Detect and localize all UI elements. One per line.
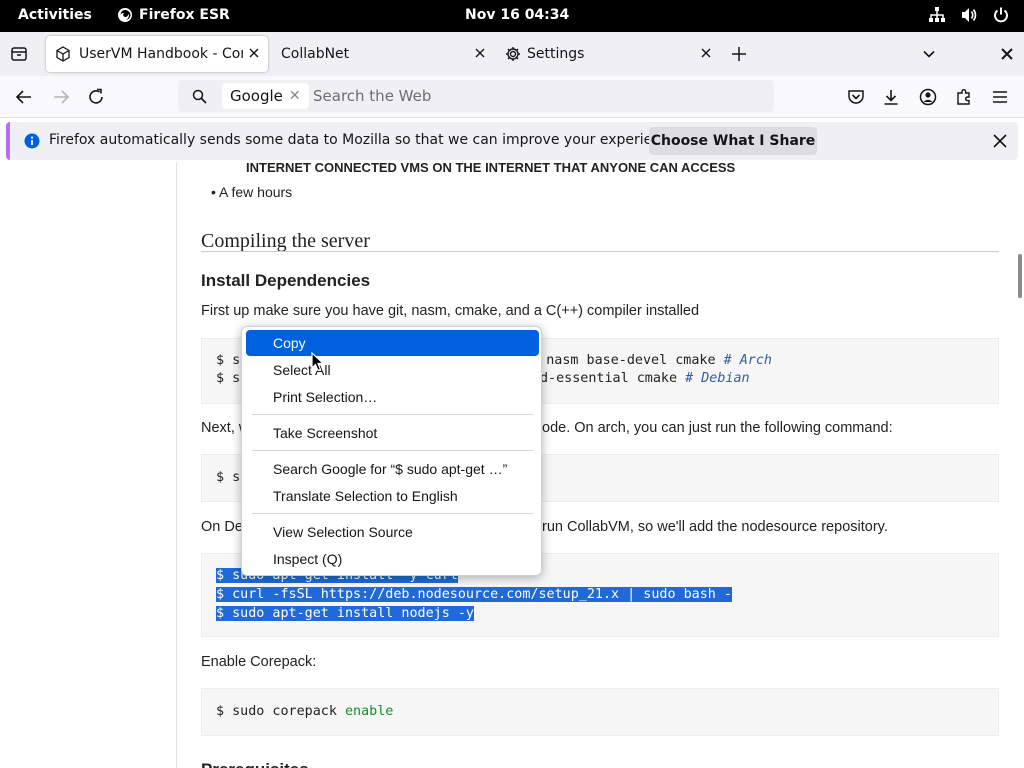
paragraph: On De xyxy=(201,519,243,535)
code-text: $ sudo corepack xyxy=(216,704,345,719)
menu-separator xyxy=(252,414,533,415)
tab-title: Settings xyxy=(527,46,585,62)
tab-title: UserVM Handbook - Com xyxy=(79,46,243,62)
close-tab-icon[interactable] xyxy=(248,47,260,59)
pocket-icon[interactable] xyxy=(847,88,865,106)
paragraph-end: run CollabVM, so we'll add the nodesourc… xyxy=(542,519,888,535)
menu-separator xyxy=(252,513,533,514)
choose-what-i-share-button[interactable]: Choose What I Share xyxy=(649,127,817,155)
paragraph: First up make sure you have git, nasm, c… xyxy=(201,303,700,319)
code-line: $ sudo corepack enable xyxy=(216,704,393,719)
menu-item-copy[interactable]: Copy xyxy=(246,330,539,356)
network-icon[interactable] xyxy=(928,6,946,24)
power-icon[interactable] xyxy=(992,6,1010,24)
section-heading: Compiling the server xyxy=(201,230,370,252)
firefox-view-icon[interactable] xyxy=(10,45,28,63)
code-comment: # Debian xyxy=(685,371,750,386)
code-text: d-essential cmake xyxy=(540,371,686,386)
menu-item-search-google[interactable]: Search Google for “$ sudo apt-get …” xyxy=(246,456,539,482)
sidebar-divider xyxy=(176,162,177,768)
menu-item-select-all[interactable]: Select All xyxy=(246,357,539,383)
remove-engine-icon[interactable]: ✕ xyxy=(289,88,301,104)
tab-title: CollabNet xyxy=(281,46,350,62)
menu-item-inspect[interactable]: Inspect (Q) xyxy=(246,546,539,572)
code-line: git nasm base-devel cmake # Arch xyxy=(514,353,772,368)
selected-code: $ sudo apt-get install nodejs -y xyxy=(216,606,474,621)
reload-icon[interactable] xyxy=(87,88,105,106)
code-block[interactable]: $ sudo corepack enable xyxy=(201,688,999,736)
code-line: d-essential cmake # Debian xyxy=(540,371,750,386)
code-prefix: $ s xyxy=(216,371,241,386)
info-icon xyxy=(24,133,40,149)
account-icon[interactable] xyxy=(919,88,937,106)
window-close-icon[interactable] xyxy=(1000,47,1014,61)
system-top-bar: Activities Firefox ESR Nov 16 04:34 xyxy=(0,0,1024,32)
menu-item-print-selection[interactable]: Print Selection… xyxy=(246,384,539,410)
tab-strip: UserVM Handbook - Com CollabNet Settings xyxy=(0,32,1024,76)
new-tab-icon[interactable] xyxy=(731,46,747,62)
code-line: $ sudo apt-get install nodejs -y xyxy=(216,606,474,621)
context-menu: Copy Select All Print Selection… Take Sc… xyxy=(241,326,542,576)
menu-item-view-selection-source[interactable]: View Selection Source xyxy=(246,519,539,545)
gear-icon xyxy=(506,47,520,61)
warning-text: INTERNET CONNECTED VMS ON THE INTERNET T… xyxy=(246,162,736,175)
extensions-icon[interactable] xyxy=(955,88,973,106)
scrollbar-thumb[interactable] xyxy=(1018,254,1022,298)
menu-separator xyxy=(252,450,533,451)
tab-uservm-handbook[interactable]: UserVM Handbook - Com xyxy=(46,36,268,72)
selected-code: $ curl -fsSL https://deb.nodesource.com/… xyxy=(216,587,732,602)
code-keyword: enable xyxy=(345,704,394,719)
app-menu[interactable]: Firefox ESR xyxy=(117,7,230,23)
search-engine-chip[interactable]: Google ✕ xyxy=(222,83,309,109)
app-name: Firefox ESR xyxy=(139,7,230,23)
subsection-heading: Install Dependencies xyxy=(201,271,371,290)
clock[interactable]: Nov 16 04:34 xyxy=(465,7,569,23)
chevron-down-icon[interactable] xyxy=(922,47,936,61)
close-tab-icon[interactable] xyxy=(474,47,486,59)
code-line: $ s xyxy=(216,371,240,386)
system-tray[interactable] xyxy=(928,6,1010,24)
cube-favicon-icon xyxy=(56,46,70,62)
menu-item-take-screenshot[interactable]: Take Screenshot xyxy=(246,420,539,446)
paragraph-start: On De xyxy=(201,519,243,535)
code-text: git nasm base-devel cmake xyxy=(514,353,724,368)
subsection-heading: Prerequisites xyxy=(201,760,309,768)
activities-button[interactable]: Activities xyxy=(18,7,92,23)
navigation-toolbar: Google ✕ Search the Web xyxy=(0,76,1024,118)
volume-icon[interactable] xyxy=(960,6,978,24)
mouse-pointer-icon xyxy=(311,352,325,372)
paragraph: ode. On arch, you can just run the follo… xyxy=(542,420,893,436)
close-tab-icon[interactable] xyxy=(700,47,712,59)
address-bar-placeholder: Search the Web xyxy=(313,87,432,105)
code-prefix: $ s xyxy=(216,470,241,485)
search-engine-name: Google xyxy=(230,87,283,105)
heading-rule xyxy=(201,251,999,252)
forward-arrow-icon[interactable] xyxy=(52,88,70,106)
downloads-icon[interactable] xyxy=(882,88,900,106)
tab-collabnet[interactable]: CollabNet xyxy=(272,36,494,72)
code-line: $ curl -fsSL https://deb.nodesource.com/… xyxy=(216,587,732,602)
data-collection-notification: Firefox automatically sends some data to… xyxy=(6,122,1018,160)
tab-settings[interactable]: Settings xyxy=(498,36,720,72)
hamburger-menu-icon[interactable] xyxy=(991,88,1009,106)
back-arrow-icon[interactable] xyxy=(15,88,33,106)
paragraph: Enable Corepack: xyxy=(201,654,317,670)
list-item: • A few hours xyxy=(211,184,293,200)
code-comment: # Arch xyxy=(723,353,772,368)
code-prefix: $ s xyxy=(216,353,241,368)
search-icon xyxy=(192,89,207,104)
firefox-icon xyxy=(118,8,132,22)
code-line: $ s xyxy=(216,353,240,368)
address-bar[interactable]: Google ✕ Search the Web xyxy=(178,80,774,112)
list-item-text: A few hours xyxy=(219,184,293,200)
notification-message: Firefox automatically sends some data to… xyxy=(49,132,682,148)
close-notification-icon[interactable] xyxy=(993,134,1007,148)
paragraph: run CollabVM, so we'll add the nodesourc… xyxy=(542,519,888,535)
menu-item-translate-selection[interactable]: Translate Selection to English xyxy=(246,483,539,509)
paragraph-end: ode. On arch, you can just run the follo… xyxy=(542,420,893,436)
code-line: $ s xyxy=(216,470,240,485)
